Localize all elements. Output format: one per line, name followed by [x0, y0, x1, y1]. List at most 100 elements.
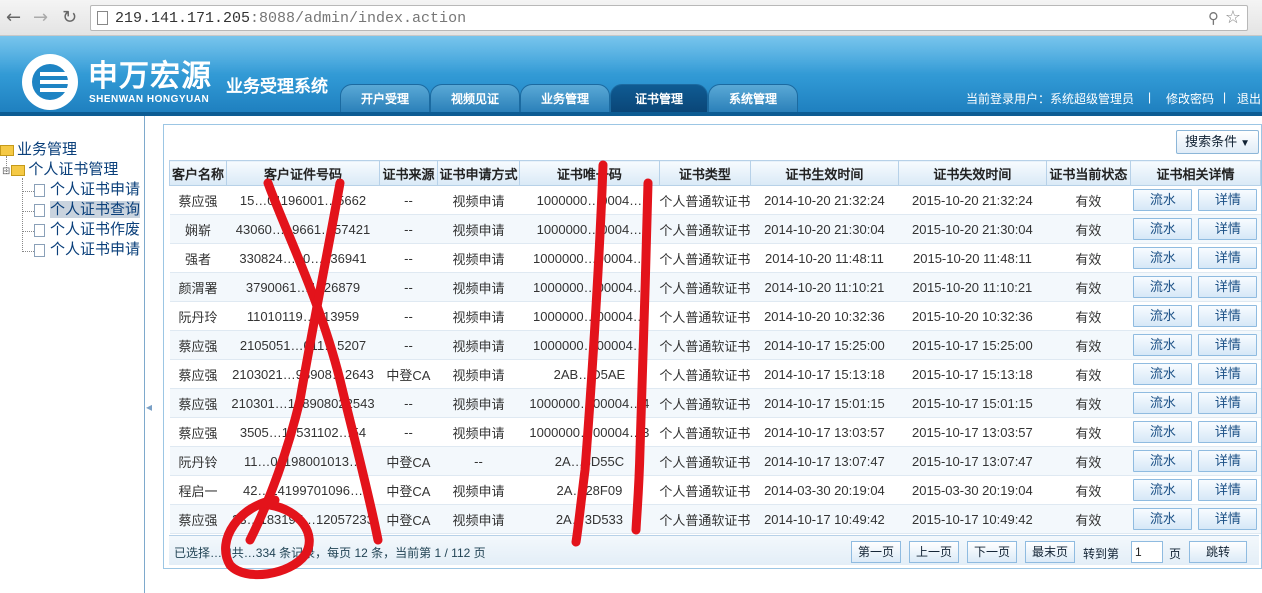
status-cell: 有效	[1046, 475, 1131, 505]
search-conditions-button[interactable]: 搜索条件 ▼	[1176, 130, 1259, 154]
column-header-status[interactable]: 证书当前状态	[1045, 160, 1131, 186]
collapse-sidebar-icon[interactable]: ◂	[146, 400, 152, 414]
tab-video-witness[interactable]: 视频见证	[430, 84, 520, 112]
browser-toolbar: ← → ↻ 219.141.171.205:8088/admin/index.a…	[0, 0, 1262, 36]
detail-button[interactable]: 详情	[1198, 479, 1258, 501]
table-row[interactable]: 强者 330824…30…136941 -- 视频申请 1000000…00004… 个人…	[169, 243, 1261, 273]
user-bar-separator: |	[1223, 90, 1227, 104]
extension-icon[interactable]: ⚲	[1208, 9, 1219, 27]
flow-button[interactable]: 流水	[1133, 247, 1193, 269]
id-number-cell: 2103021…98908…2643	[226, 359, 380, 389]
current-user-label: 当前登录用户：系统超级管理员	[966, 92, 1135, 106]
source-cell: --	[379, 243, 438, 273]
id-number-cell: 15…01196001…5662	[226, 185, 380, 215]
unique-code-cell: 1000000…00004…	[519, 243, 660, 273]
status-cell: 有效	[1046, 359, 1131, 389]
actions-cell: 流水 详情	[1130, 417, 1261, 447]
detail-button[interactable]: 详情	[1198, 508, 1258, 530]
goto-page-button[interactable]: 跳转	[1189, 541, 1247, 563]
tree-group-personal-certificates[interactable]: ⊟ 个人证书管理	[2, 160, 118, 182]
detail-button[interactable]: 详情	[1198, 392, 1258, 414]
brand-name-cn: 申万宏源	[88, 60, 212, 93]
certificate-type-cell: 个人普通软证书	[659, 330, 751, 360]
detail-button[interactable]: 详情	[1198, 218, 1258, 240]
unique-code-cell: 1000000…0004…	[519, 185, 660, 215]
id-number-cell: 3505…19531102…54	[226, 417, 380, 447]
flow-button[interactable]: 流水	[1133, 189, 1193, 211]
table-row[interactable]: 蔡应强 2105051…011…5207 -- 视频申请 1000000…00004… 个…	[169, 330, 1261, 360]
table-row[interactable]: 阮丹铃 11…01198001013… 中登CA -- 2A…3D55C 个人普通软证书 2…	[169, 446, 1261, 476]
page-number-input[interactable]: 1	[1131, 541, 1163, 563]
detail-button[interactable]: 详情	[1198, 450, 1258, 472]
column-header-valid-from[interactable]: 证书生效时间	[749, 160, 899, 186]
detail-button[interactable]: 详情	[1198, 305, 1258, 327]
sidebar-item-certificate-apply[interactable]: 个人证书申请	[34, 180, 140, 200]
column-header-source[interactable]: 证书来源	[378, 160, 438, 186]
forward-icon[interactable]: →	[33, 7, 48, 29]
unique-code-cell: 1000000…00004…	[519, 301, 660, 331]
flow-button[interactable]: 流水	[1133, 421, 1193, 443]
column-header-apply-method[interactable]: 证书申请方式	[436, 160, 520, 186]
column-header-valid-to[interactable]: 证书失效时间	[897, 160, 1047, 186]
valid-from-cell: 2014-10-17 15:01:15	[750, 388, 899, 418]
next-page-button[interactable]: 下一页	[967, 541, 1018, 563]
table-row[interactable]: 程启一 42…24199701096… 中登CA 视频申请 2A…28F09 个人普通软证…	[169, 475, 1261, 505]
collapse-icon[interactable]: ⊟	[2, 162, 10, 182]
detail-button[interactable]: 详情	[1198, 189, 1258, 211]
first-page-button[interactable]: 第一页	[851, 541, 902, 563]
table-row[interactable]: 阮丹玲 11010119…013959 -- 视频申请 1000000…00004… 个人…	[169, 301, 1261, 331]
valid-to-cell: 2015-10-20 21:32:24	[898, 185, 1047, 215]
logout-link[interactable]: 退出	[1237, 90, 1261, 107]
detail-button[interactable]: 详情	[1198, 421, 1258, 443]
change-password-link[interactable]: 修改密码	[1166, 90, 1214, 107]
flow-button[interactable]: 流水	[1133, 508, 1193, 530]
user-bar-separator: |	[1148, 90, 1152, 104]
table-row[interactable]: 蔡应强 2103021…98908…2643 中登CA 视频申请 2AB…D5AE 个人普…	[169, 359, 1261, 389]
sidebar-item-certificate-query[interactable]: 个人证书查询	[34, 200, 141, 220]
id-number-cell: 210301…198908022543	[226, 388, 380, 418]
actions-cell: 流水 详情	[1130, 243, 1261, 273]
tree-root-business-management[interactable]: 业务管理	[0, 140, 77, 160]
unique-code-cell: 2A…3D55C	[519, 446, 660, 476]
address-bar[interactable]: 219.141.171.205:8088/admin/index.action …	[90, 5, 1248, 31]
flow-button[interactable]: 流水	[1133, 450, 1193, 472]
flow-button[interactable]: 流水	[1133, 392, 1193, 414]
last-page-button[interactable]: 最末页	[1025, 541, 1076, 563]
table-row[interactable]: 蔡应强 15…01196001…5662 -- 视频申请 1000000…0004… 个人…	[169, 185, 1261, 215]
table-row[interactable]: 蔡应强 3505…19531102…54 -- 视频申请 1000000…00004…3…	[169, 417, 1261, 447]
table-row[interactable]: 蔡应强 210301…198908022543 -- 视频申请 1000000…0000…	[169, 388, 1261, 418]
flow-button[interactable]: 流水	[1133, 334, 1193, 356]
bookmark-star-icon[interactable]: ☆	[1225, 7, 1241, 28]
apply-method-cell: 视频申请	[437, 359, 520, 389]
table-row[interactable]: 颜渭署 3790061…1026879 -- 视频申请 1000000…00004… 个人…	[169, 272, 1261, 302]
detail-button[interactable]: 详情	[1198, 276, 1258, 298]
flow-button[interactable]: 流水	[1133, 276, 1193, 298]
tab-business-management[interactable]: 业务管理	[520, 84, 610, 112]
sidebar-item-certificate-apply-2[interactable]: 个人证书申请	[34, 240, 140, 260]
flow-button[interactable]: 流水	[1133, 363, 1193, 385]
tab-certificate-management[interactable]: 证书管理	[610, 84, 708, 112]
system-title: 业务受理系统	[226, 77, 328, 96]
tab-account-opening[interactable]: 开户受理	[340, 84, 430, 112]
prev-page-button[interactable]: 上一页	[909, 541, 960, 563]
flow-button[interactable]: 流水	[1133, 479, 1193, 501]
apply-method-cell: 视频申请	[437, 330, 520, 360]
flow-button[interactable]: 流水	[1133, 305, 1193, 327]
reload-icon[interactable]: ↻	[62, 7, 77, 29]
table-row[interactable]: 娴崭 43060…19661…57421 -- 视频申请 1000000…0004… 个人…	[169, 214, 1261, 244]
detail-button[interactable]: 详情	[1198, 334, 1258, 356]
column-header-id-number[interactable]: 客户证件号码	[225, 160, 380, 186]
column-header-certificate-type[interactable]: 证书类型	[658, 160, 751, 186]
tab-system-management[interactable]: 系统管理	[708, 84, 798, 112]
detail-button[interactable]: 详情	[1198, 363, 1258, 385]
detail-button[interactable]: 详情	[1198, 247, 1258, 269]
record-summary: 已选择…0|共…334 条记录，每页 12 条，当前第 1 / 112 页	[174, 546, 486, 560]
flow-button[interactable]: 流水	[1133, 218, 1193, 240]
column-header-customer-name[interactable]: 客户名称	[169, 160, 227, 186]
url-text[interactable]: 219.141.171.205:8088/admin/index.action	[115, 10, 466, 27]
folder-open-icon	[11, 164, 26, 176]
column-header-unique-code[interactable]: 证书唯一码	[518, 160, 660, 186]
back-icon[interactable]: ←	[6, 7, 21, 29]
sidebar-item-certificate-revoke[interactable]: 个人证书作废	[34, 220, 140, 240]
table-row[interactable]: 蔡应强 33…183197…12057233 中登CA 视频申请 2A…3D533 个人普…	[169, 504, 1261, 534]
